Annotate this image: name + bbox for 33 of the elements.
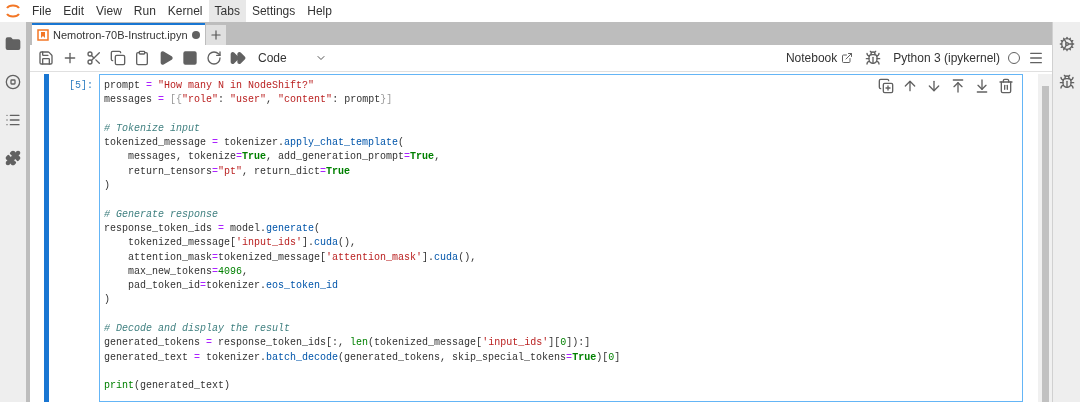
- cell-prompt: [5]:: [69, 79, 93, 93]
- notebook-tab[interactable]: Nemotron-70B-Instruct.ipyn: [32, 23, 205, 45]
- menu-item[interactable]: Run: [127, 0, 162, 22]
- code-line: response_token_ids = model.generate(: [104, 221, 321, 236]
- cell-type-dropdown[interactable]: Code: [254, 49, 327, 67]
- code-line: prompt = "How many N in NodeShift?": [104, 79, 315, 93]
- kernel-name[interactable]: Python 3 (ipykernel): [893, 49, 1000, 67]
- menu-item[interactable]: Help: [301, 0, 338, 22]
- code-line: # Tokenize input: [104, 121, 200, 136]
- cell-type-label: Code: [258, 50, 287, 67]
- code-line: pad_token_id=tokenizer.eos_token_id: [127, 279, 339, 294]
- code-line: return_tensors="pt", return_dict=True: [127, 164, 351, 179]
- menu-item[interactable]: Tabs: [208, 0, 246, 22]
- code-line: messages = [{"role": "user", "content": prompt}]: [104, 93, 393, 108]
- tab-title: Nemotron-70B-Instruct.ipyn: [53, 27, 188, 43]
- menu-item[interactable]: Edit: [57, 0, 91, 22]
- menu-item[interactable]: Settings: [245, 0, 302, 22]
- code-line: ): [104, 293, 110, 308]
- menu-item[interactable]: Kernel: [161, 0, 209, 22]
- notebook-button[interactable]: Notebook: [785, 49, 854, 67]
- code-line: messages, tokenize=True, add_generation_prompt=True,: [127, 150, 441, 165]
- code-line: tokenized_message = tokenizer.apply_chat_template(: [104, 136, 405, 151]
- menu-item[interactable]: View: [90, 0, 128, 22]
- code-line: ): [104, 179, 110, 194]
- code-line: print(generated_text): [104, 379, 231, 394]
- menu-item[interactable]: File: [26, 0, 58, 22]
- code-line: # Decode and display the result: [104, 322, 291, 337]
- code-line: generated_tokens = response_token_ids[:, len(tokenized_message['input_ids'][0]):]: [104, 336, 591, 351]
- code-line: max_new_tokens=4096,: [127, 264, 249, 279]
- code-line: attention_mask=tokenized_message['attention_mask'].cuda(),: [127, 250, 477, 265]
- code-line: tokenized_message['input_ids'].cuda(),: [127, 236, 357, 251]
- code-line: # Generate response: [104, 207, 219, 222]
- code-line: generated_text = tokenizer.batch_decode(generated_tokens, skip_special_tokens=True)[0]: [104, 350, 621, 365]
